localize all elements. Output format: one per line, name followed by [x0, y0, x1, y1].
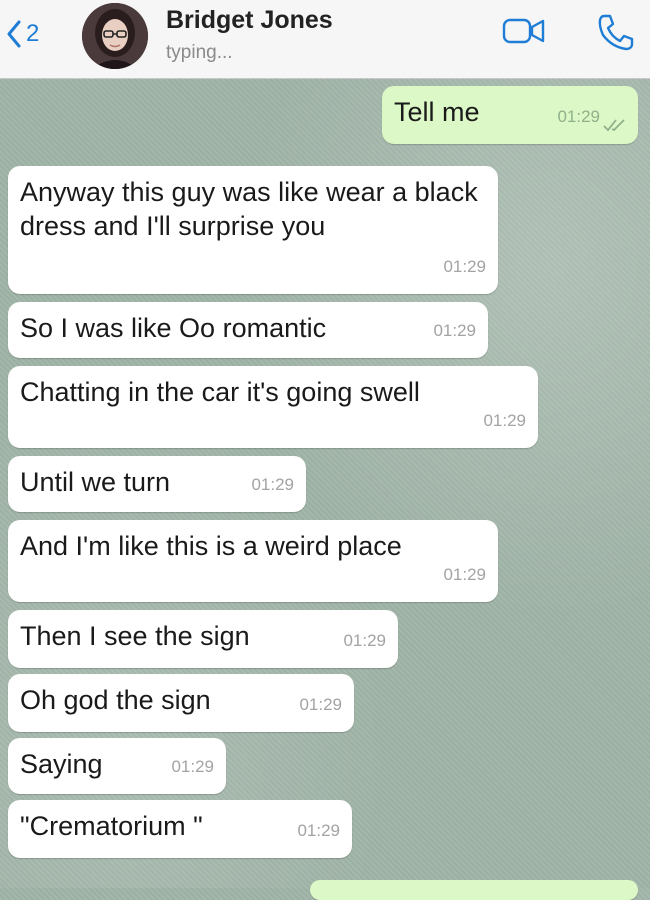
message-bubble-incoming[interactable]: "Crematorium " 01:29 [8, 800, 352, 858]
message-time: 01:29 [433, 321, 476, 340]
message-bubble-incoming[interactable]: And I'm like this is a weird place 01:29 [8, 520, 498, 602]
message-time: 01:29 [171, 757, 214, 776]
message-time: 01:29 [297, 821, 340, 840]
message-bubble-incoming[interactable]: Anyway this guy was like wear a black dr… [8, 166, 498, 294]
message-time: 01:29 [557, 107, 600, 126]
message-bubble-incoming[interactable]: So I was like Oo romantic 01:29 [8, 302, 488, 358]
message-time: 01:29 [299, 695, 342, 714]
back-button[interactable]: 2 [6, 14, 39, 54]
chat-header: 2 Bridget Jones typing... [0, 0, 650, 79]
message-bubble-incoming[interactable]: Oh god the sign 01:29 [8, 674, 354, 732]
message-text: Anyway this guy was like wear a black dr… [20, 177, 478, 241]
chevron-left-icon [7, 20, 21, 48]
double-check-icon [603, 119, 625, 132]
contact-name[interactable]: Bridget Jones [166, 6, 333, 35]
message-bubble-incoming[interactable]: Saying 01:29 [8, 738, 226, 794]
message-text: And I'm like this is a weird place [20, 531, 402, 561]
message-bubble-incoming[interactable]: Then I see the sign 01:29 [8, 610, 398, 668]
message-text: Chatting in the car it's going swell [20, 377, 420, 407]
message-bubble-incoming[interactable]: Chatting in the car it's going swell 01:… [8, 366, 538, 448]
message-bubble-incoming[interactable]: Until we turn 01:29 [8, 456, 306, 512]
video-camera-icon [502, 18, 545, 44]
message-time: 01:29 [443, 565, 486, 584]
avatar[interactable] [82, 3, 148, 69]
message-text: Saying [20, 749, 103, 779]
typing-status: typing... [166, 42, 233, 63]
message-bubble-outgoing-partial[interactable] [310, 880, 638, 900]
voice-call-button[interactable] [596, 12, 636, 52]
message-text: So I was like Oo romantic [20, 313, 327, 343]
message-text: Oh god the sign [20, 685, 211, 715]
unread-count: 2 [26, 20, 40, 47]
message-text: Tell me [394, 97, 480, 127]
message-text: Until we turn [20, 467, 171, 497]
message-time: 01:29 [251, 475, 294, 494]
message-bubble-outgoing[interactable]: Tell me 01:29 [382, 86, 638, 144]
message-time: 01:29 [483, 411, 526, 430]
message-time: 01:29 [343, 631, 386, 650]
phone-icon [598, 14, 634, 51]
message-text: "Crematorium " [20, 811, 203, 841]
video-call-button[interactable] [502, 17, 546, 45]
message-text: Then I see the sign [20, 621, 250, 651]
message-time: 01:29 [443, 257, 486, 276]
